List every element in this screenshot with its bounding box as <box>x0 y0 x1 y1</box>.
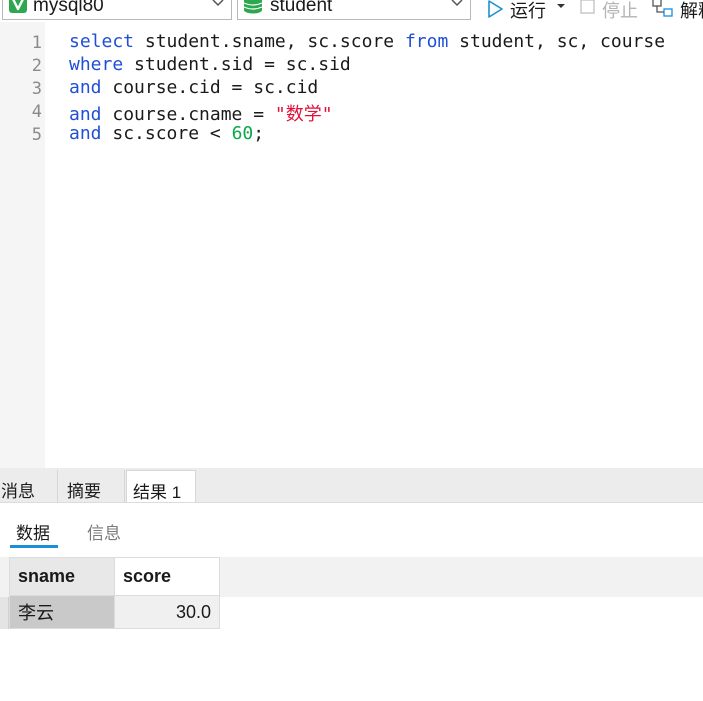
stop-label: 停止 <box>602 1 638 21</box>
line-number: 2 <box>31 56 42 76</box>
line-number-gutter: 1 2 3 4 5 <box>0 22 45 468</box>
result-table: sname score 李云 30.0 <box>9 557 220 629</box>
row-selector[interactable] <box>0 597 9 629</box>
sql-editor[interactable]: 1 2 3 4 5 select student.sname, sc.score… <box>0 22 703 468</box>
stop-icon <box>580 0 595 14</box>
run-icon <box>488 0 503 18</box>
connection-icon <box>9 0 27 13</box>
sql-text: course.cid = sc.cid <box>101 77 319 98</box>
active-subtab-indicator <box>10 545 58 548</box>
line-number: 3 <box>31 79 42 99</box>
code-line[interactable]: and sc.score < 60; <box>69 123 264 144</box>
sql-text: student, sc, course <box>448 31 666 52</box>
subtab-info[interactable]: 信息 <box>87 519 121 544</box>
connection-select[interactable]: mysql80 <box>2 0 232 20</box>
code-line[interactable]: where student.sid = sc.sid <box>69 54 351 75</box>
result-tab-bar: 消息 摘要 结果 1 <box>0 468 703 503</box>
sql-keyword: and <box>69 104 102 125</box>
explain-icon <box>652 0 673 17</box>
sql-text: student.sid = sc.sid <box>123 54 351 75</box>
cell-score[interactable]: 30.0 <box>114 595 220 629</box>
database-name: student <box>270 0 333 16</box>
sql-text: course.cname = <box>101 104 275 125</box>
sql-keyword: select <box>69 31 135 52</box>
line-number: 1 <box>31 33 42 53</box>
chevron-down-icon[interactable] <box>211 0 225 10</box>
code-line[interactable]: and course.cid = sc.cid <box>69 77 318 98</box>
explain-label: 解释 <box>680 1 703 21</box>
chevron-down-icon[interactable] <box>450 0 464 10</box>
toolbar: mysql80 student 运行 停止 解释 <box>0 0 703 22</box>
sql-text: sc.score < <box>101 123 232 144</box>
database-select[interactable]: student <box>237 0 471 20</box>
column-header-sname[interactable]: sname <box>9 557 115 596</box>
subtab-data[interactable]: 数据 <box>16 519 50 544</box>
sql-keyword: from <box>404 31 449 52</box>
database-icon <box>243 0 263 14</box>
cell-sname[interactable]: 李云 <box>9 595 115 629</box>
result-grid: sname score 李云 30.0 <box>0 557 703 701</box>
sql-number: 60 <box>231 123 254 144</box>
sql-text: ; <box>253 123 265 144</box>
code-line[interactable]: select student.sname, sc.score from stud… <box>69 31 665 52</box>
tab-messages[interactable]: 消息 <box>0 470 58 502</box>
tab-result-1[interactable]: 结果 1 <box>126 470 196 502</box>
line-number: 4 <box>31 102 42 122</box>
column-header-score[interactable]: score <box>114 557 220 596</box>
run-label: 运行 <box>510 1 546 21</box>
connection-name: mysql80 <box>33 0 104 16</box>
table-row[interactable]: 李云 30.0 <box>9 595 220 629</box>
sql-keyword: and <box>69 123 102 144</box>
sql-keyword: and <box>69 77 102 98</box>
table-header-row: sname score <box>9 557 220 596</box>
result-panel: 消息 摘要 结果 1 数据 信息 sname score 李云 30.0 <box>0 468 703 701</box>
sql-text: student.sname, sc.score <box>134 31 405 52</box>
tab-summary[interactable]: 摘要 <box>59 470 125 502</box>
run-dropdown-icon[interactable] <box>556 1 566 11</box>
result-subtabs: 数据 信息 <box>0 503 703 557</box>
line-number: 5 <box>31 125 42 145</box>
sql-keyword: where <box>69 54 124 75</box>
sql-string: "数学" <box>274 104 333 125</box>
